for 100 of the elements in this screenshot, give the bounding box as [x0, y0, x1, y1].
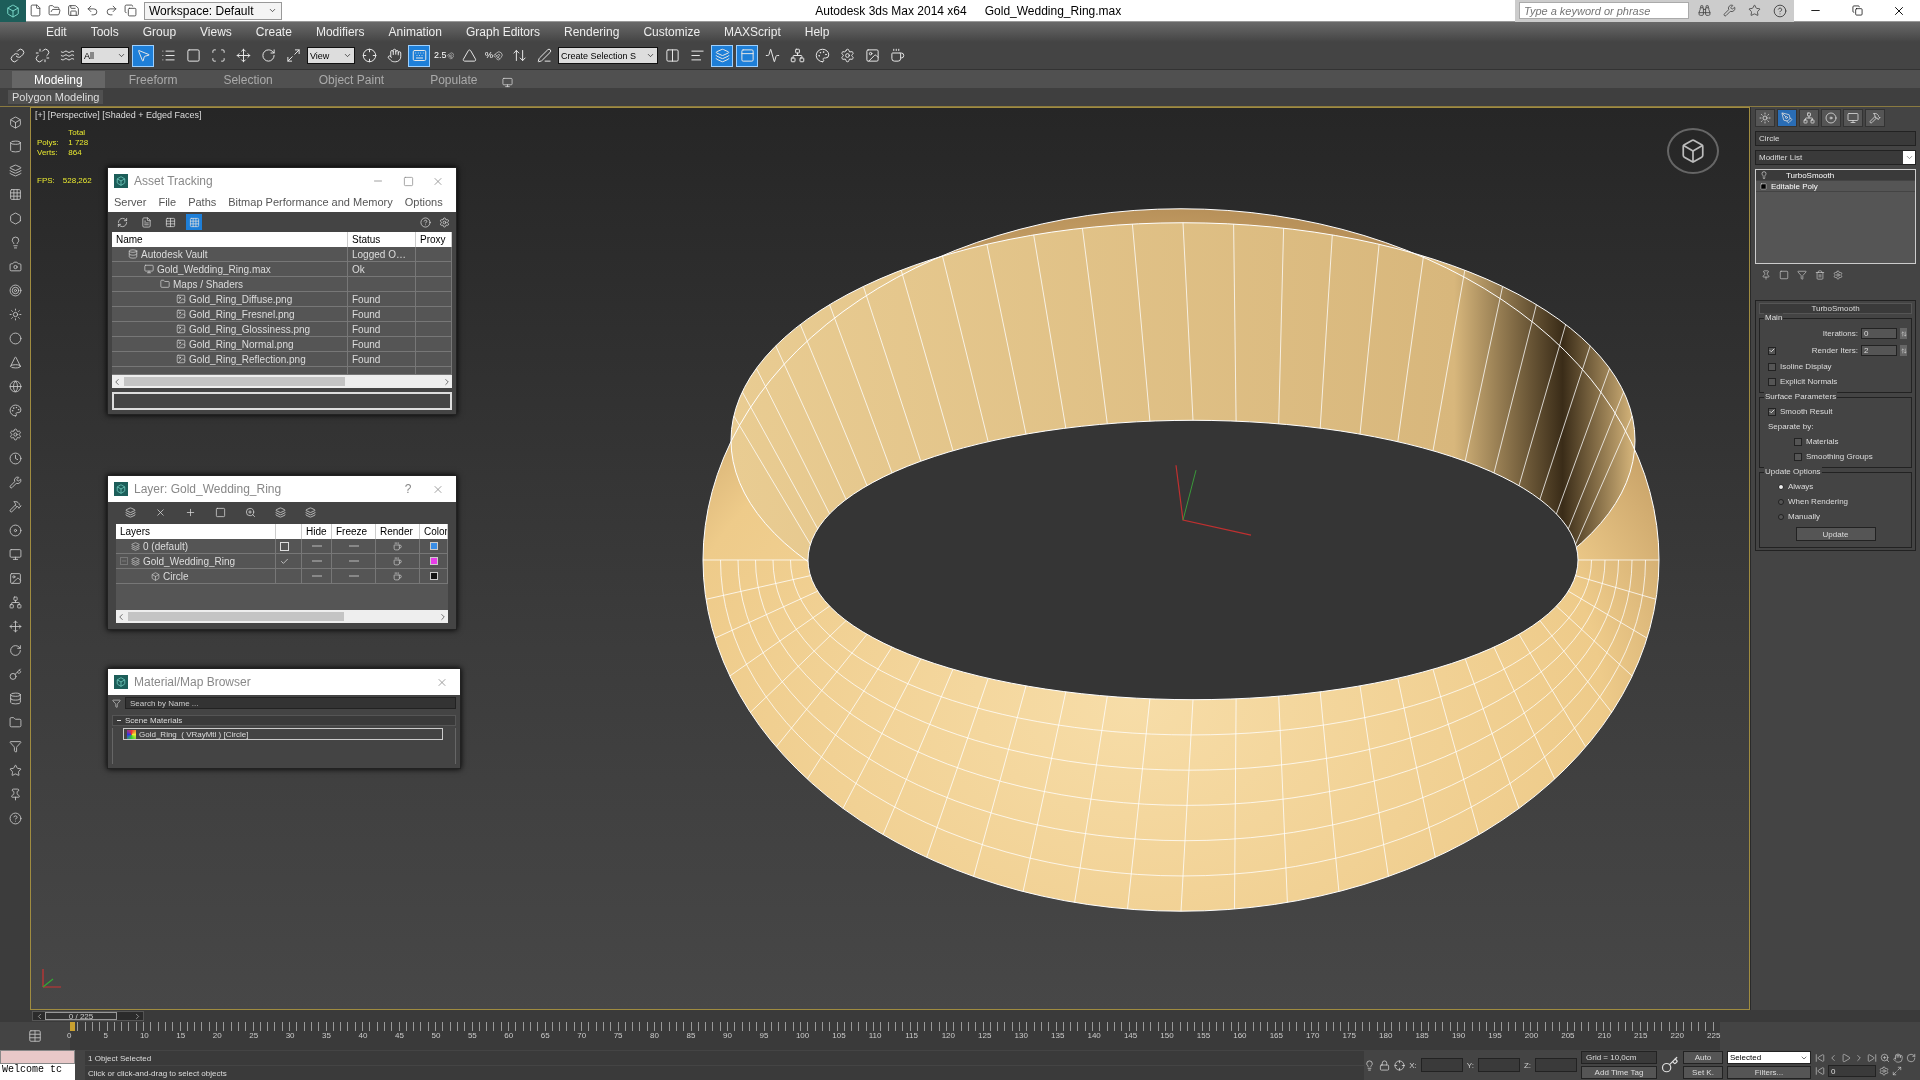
stack-item[interactable]: TurboSmooth — [1756, 170, 1915, 181]
column-header[interactable]: Proxy — [416, 232, 452, 247]
ribbon-tab[interactable]: Freeform — [106, 71, 200, 88]
window-title: Layer: Gold_Wedding_Ring — [134, 482, 283, 496]
frame-number: 35 — [322, 1031, 332, 1042]
grid-size: Grid = 10,0cm — [1581, 1051, 1657, 1064]
radio-option[interactable]: Manually — [1764, 512, 1907, 521]
set-key-button[interactable]: Set K. — [1683, 1066, 1723, 1079]
snap-toggle-button[interactable]: 2.5 — [433, 44, 455, 67]
checkbox-row[interactable]: Smooth Result — [1764, 407, 1907, 416]
column-header[interactable]: Render — [376, 524, 420, 539]
group-title: Surface Parameters — [1764, 392, 1838, 401]
frame-number: 135 — [1051, 1031, 1066, 1042]
layer-name[interactable]: 0 (default) — [143, 540, 189, 552]
column-header[interactable]: Name — [112, 232, 348, 247]
column-header[interactable]: Status — [348, 232, 416, 247]
menu-item[interactable]: Create — [243, 25, 304, 39]
key-filter-dropdown[interactable]: Selected — [1727, 1051, 1811, 1064]
menu-item[interactable]: MAXScript — [712, 25, 793, 39]
search-field[interactable]: Type a keyword or phrase — [1519, 2, 1689, 19]
coordinate-label: Z: — [1523, 1060, 1531, 1070]
menu-item[interactable]: Customize — [631, 25, 713, 39]
selection-status: 1 Object Selected — [85, 1051, 1365, 1065]
frame-number: 175 — [1342, 1031, 1357, 1042]
asset-name[interactable]: Gold_Ring_Diffuse.png — [189, 293, 293, 305]
section-label: Separate by: — [1767, 422, 1815, 431]
add-time-tag-button[interactable]: Add Time Tag — [1581, 1066, 1657, 1079]
rollout-header[interactable]: TurboSmooth — [1759, 303, 1912, 314]
filters-button[interactable]: Filters... — [1727, 1066, 1811, 1079]
menu-item[interactable]: Options — [404, 196, 443, 208]
viewport-label[interactable]: [+] [Perspective] [Shaded + Edged Faces] — [35, 110, 202, 120]
snap-toggle-button[interactable]: % — [483, 44, 505, 67]
prompt-text: Click or click-and-drag to select objects — [85, 1066, 1365, 1080]
checkbox-row[interactable]: Smoothing Groups — [1764, 452, 1907, 461]
frame-number: 160 — [1233, 1031, 1248, 1042]
menu-item[interactable]: Modifiers — [303, 25, 377, 39]
panel-label[interactable]: Polygon Modeling — [8, 90, 104, 104]
column-header[interactable]: Hide — [302, 524, 332, 539]
listener-output[interactable]: Welcome tc — [0, 1064, 75, 1080]
frame-navigator[interactable]: 0 / 225 — [32, 1011, 144, 1021]
group-header[interactable]: Scene Materials — [112, 715, 456, 726]
column-header[interactable]: Color — [420, 524, 448, 539]
menu-item[interactable]: Group — [130, 25, 189, 39]
asset-name[interactable]: Gold_Ring_Normal.png — [189, 338, 294, 350]
toolbar-dropdown[interactable]: Create Selection S — [558, 47, 658, 64]
menu-item[interactable]: Animation — [376, 25, 454, 39]
ribbon-tab[interactable]: Object Paint — [296, 71, 407, 88]
menu-item[interactable]: Help — [792, 25, 842, 39]
ribbon-tab[interactable]: Modeling — [12, 71, 105, 88]
stack-item[interactable]: Editable Poly — [1756, 181, 1915, 192]
menu-item[interactable]: Bitmap Performance and Memory — [228, 196, 393, 208]
ribbon-tab[interactable]: Selection — [201, 71, 295, 88]
workspace-dropdown[interactable]: Workspace: Default — [144, 1, 282, 20]
asset-name[interactable]: Gold_Wedding_Ring.max — [157, 263, 271, 275]
update-button[interactable]: Update — [1795, 527, 1876, 541]
frame-number: 120 — [941, 1031, 956, 1042]
radio-option[interactable]: Always — [1764, 482, 1907, 491]
asset-name[interactable]: Gold_Ring_Fresnel.png — [189, 308, 295, 320]
auto-key-button[interactable]: Auto — [1683, 1051, 1723, 1064]
asset-name[interactable]: Gold_Ring_Reflection.png — [189, 353, 306, 365]
checkbox-row[interactable]: Isoline Display — [1764, 362, 1907, 371]
radio-option[interactable]: When Rendering — [1764, 497, 1907, 506]
ribbon-tab[interactable]: Populate — [408, 71, 500, 88]
menu-item[interactable]: Graph Editors — [453, 25, 552, 39]
column-header[interactable]: Freeze — [332, 524, 376, 539]
menu-item[interactable]: Tools — [78, 25, 131, 39]
menu-item[interactable]: Edit — [34, 25, 79, 39]
frame-number: 170 — [1306, 1031, 1321, 1042]
object-name-field[interactable]: Circle — [1755, 131, 1916, 146]
asset-name[interactable]: Autodesk Vault — [141, 248, 208, 260]
menu-item[interactable]: File — [158, 196, 177, 208]
menu-item[interactable]: Views — [188, 25, 244, 39]
asset-name[interactable]: Gold_Ring_Glossiness.png — [189, 323, 311, 335]
asset-name[interactable]: Maps / Shaders — [173, 278, 244, 290]
menu-item[interactable]: Paths — [188, 196, 217, 208]
layer-name[interactable]: Gold_Wedding_Ring — [143, 555, 236, 567]
frame-number: 65 — [540, 1031, 551, 1042]
frame-number: 10 — [139, 1031, 150, 1042]
frame-number: 150 — [1160, 1031, 1175, 1042]
layer-name[interactable]: Circle — [163, 570, 189, 582]
search-field[interactable]: Search by Name ... — [125, 697, 456, 709]
render-iters-field[interactable]: 2 — [1861, 345, 1897, 356]
stat-label: FPS: — [37, 176, 55, 185]
toolbar-dropdown[interactable]: All — [81, 47, 129, 64]
checkbox-label: Isoline Display — [1780, 362, 1832, 371]
menu-item[interactable]: Rendering — [552, 25, 632, 39]
checkbox-row[interactable]: Explicit Normals — [1764, 377, 1907, 386]
checkbox-label: Explicit Normals — [1780, 377, 1838, 386]
material-item[interactable]: Gold_Ring ( VRayMtl ) [Circle] — [123, 728, 443, 740]
column-header[interactable]: Layers — [116, 524, 276, 539]
table-cell: Found — [348, 292, 416, 307]
frame-counter[interactable]: 0 / 225 — [45, 1012, 117, 1020]
frame-number: 30 — [285, 1031, 296, 1042]
iterations-field[interactable]: 0 — [1861, 328, 1897, 339]
toolbar-dropdown[interactable]: View — [307, 47, 355, 64]
modifier-list-dropdown[interactable]: Modifier List — [1755, 150, 1916, 165]
help-button[interactable]: ? — [396, 479, 420, 499]
frame-field[interactable]: 0 — [1828, 1065, 1876, 1077]
checkbox-row[interactable]: Materials — [1764, 437, 1907, 446]
menu-item[interactable]: Server — [114, 196, 147, 208]
